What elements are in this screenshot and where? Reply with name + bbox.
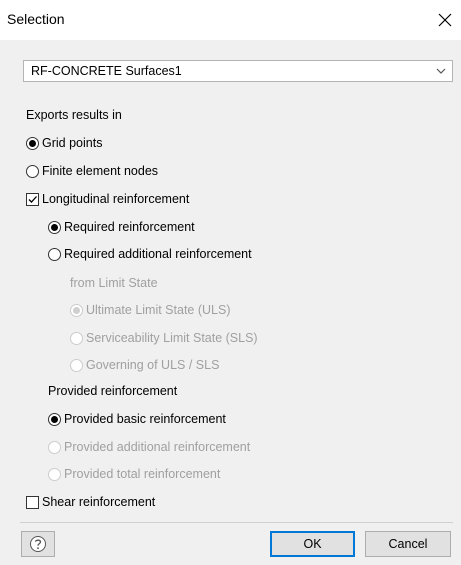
- chevron-down-icon: [436, 68, 446, 74]
- longitudinal-label: Longitudinal reinforcement: [42, 192, 190, 206]
- ok-button[interactable]: OK: [270, 531, 355, 557]
- radio-indicator: [48, 440, 61, 454]
- uls-radio[interactable]: Ultimate Limit State (ULS): [70, 300, 230, 320]
- required-reinforcement-label: Required reinforcement: [64, 220, 195, 234]
- checkbox-indicator: [26, 192, 39, 206]
- sls-label: Serviceability Limit State (SLS): [86, 331, 258, 345]
- radio-indicator: [70, 331, 83, 345]
- close-icon: [438, 13, 452, 27]
- longitudinal-checkbox[interactable]: Longitudinal reinforcement: [26, 189, 189, 209]
- title-bar: Selection: [0, 0, 461, 40]
- window-title: Selection: [7, 11, 65, 27]
- provided-additional-label: Provided additional reinforcement: [64, 440, 251, 454]
- exports-label: Exports results in: [26, 108, 122, 122]
- uls-label: Ultimate Limit State (ULS): [86, 303, 231, 317]
- shear-checkbox[interactable]: Shear reinforcement: [26, 492, 155, 512]
- case-dropdown[interactable]: RF-CONCRETE Surfaces1: [23, 60, 453, 82]
- radio-indicator: [48, 220, 61, 234]
- checkbox-indicator: [26, 495, 39, 509]
- case-dropdown-value: RF-CONCRETE Surfaces1: [31, 64, 182, 78]
- provided-total-label: Provided total reinforcement: [64, 467, 221, 481]
- from-limit-state-label: from Limit State: [70, 276, 158, 290]
- radio-indicator: [48, 247, 61, 261]
- fe-nodes-radio[interactable]: Finite element nodes: [26, 161, 158, 181]
- provided-additional-radio[interactable]: Provided additional reinforcement: [48, 437, 250, 457]
- required-additional-radio[interactable]: Required additional reinforcement: [48, 244, 252, 264]
- help-button[interactable]: [21, 531, 55, 557]
- radio-indicator: [26, 164, 39, 178]
- footer-divider: [20, 522, 453, 523]
- required-additional-label: Required additional reinforcement: [64, 247, 252, 261]
- sls-radio[interactable]: Serviceability Limit State (SLS): [70, 328, 258, 348]
- close-button[interactable]: [431, 6, 459, 34]
- cancel-button[interactable]: Cancel: [365, 531, 451, 557]
- help-icon: [30, 536, 46, 552]
- fe-nodes-label: Finite element nodes: [42, 164, 159, 178]
- grid-points-label: Grid points: [42, 136, 103, 150]
- governing-label: Governing of ULS / SLS: [86, 358, 220, 372]
- governing-radio[interactable]: Governing of ULS / SLS: [70, 355, 219, 375]
- check-icon: [28, 195, 37, 203]
- radio-indicator: [70, 303, 83, 317]
- radio-indicator: [48, 467, 61, 481]
- radio-indicator: [70, 358, 83, 372]
- radio-indicator: [48, 412, 61, 426]
- provided-total-radio[interactable]: Provided total reinforcement: [48, 464, 220, 484]
- required-reinforcement-radio[interactable]: Required reinforcement: [48, 217, 195, 237]
- provided-basic-radio[interactable]: Provided basic reinforcement: [48, 409, 226, 429]
- provided-basic-label: Provided basic reinforcement: [64, 412, 226, 426]
- provided-reinforcement-label: Provided reinforcement: [48, 384, 178, 398]
- grid-points-radio[interactable]: Grid points: [26, 133, 102, 153]
- dialog-body: RF-CONCRETE Surfaces1 Exports results in…: [0, 40, 461, 565]
- radio-indicator: [26, 136, 39, 150]
- shear-label: Shear reinforcement: [42, 495, 156, 509]
